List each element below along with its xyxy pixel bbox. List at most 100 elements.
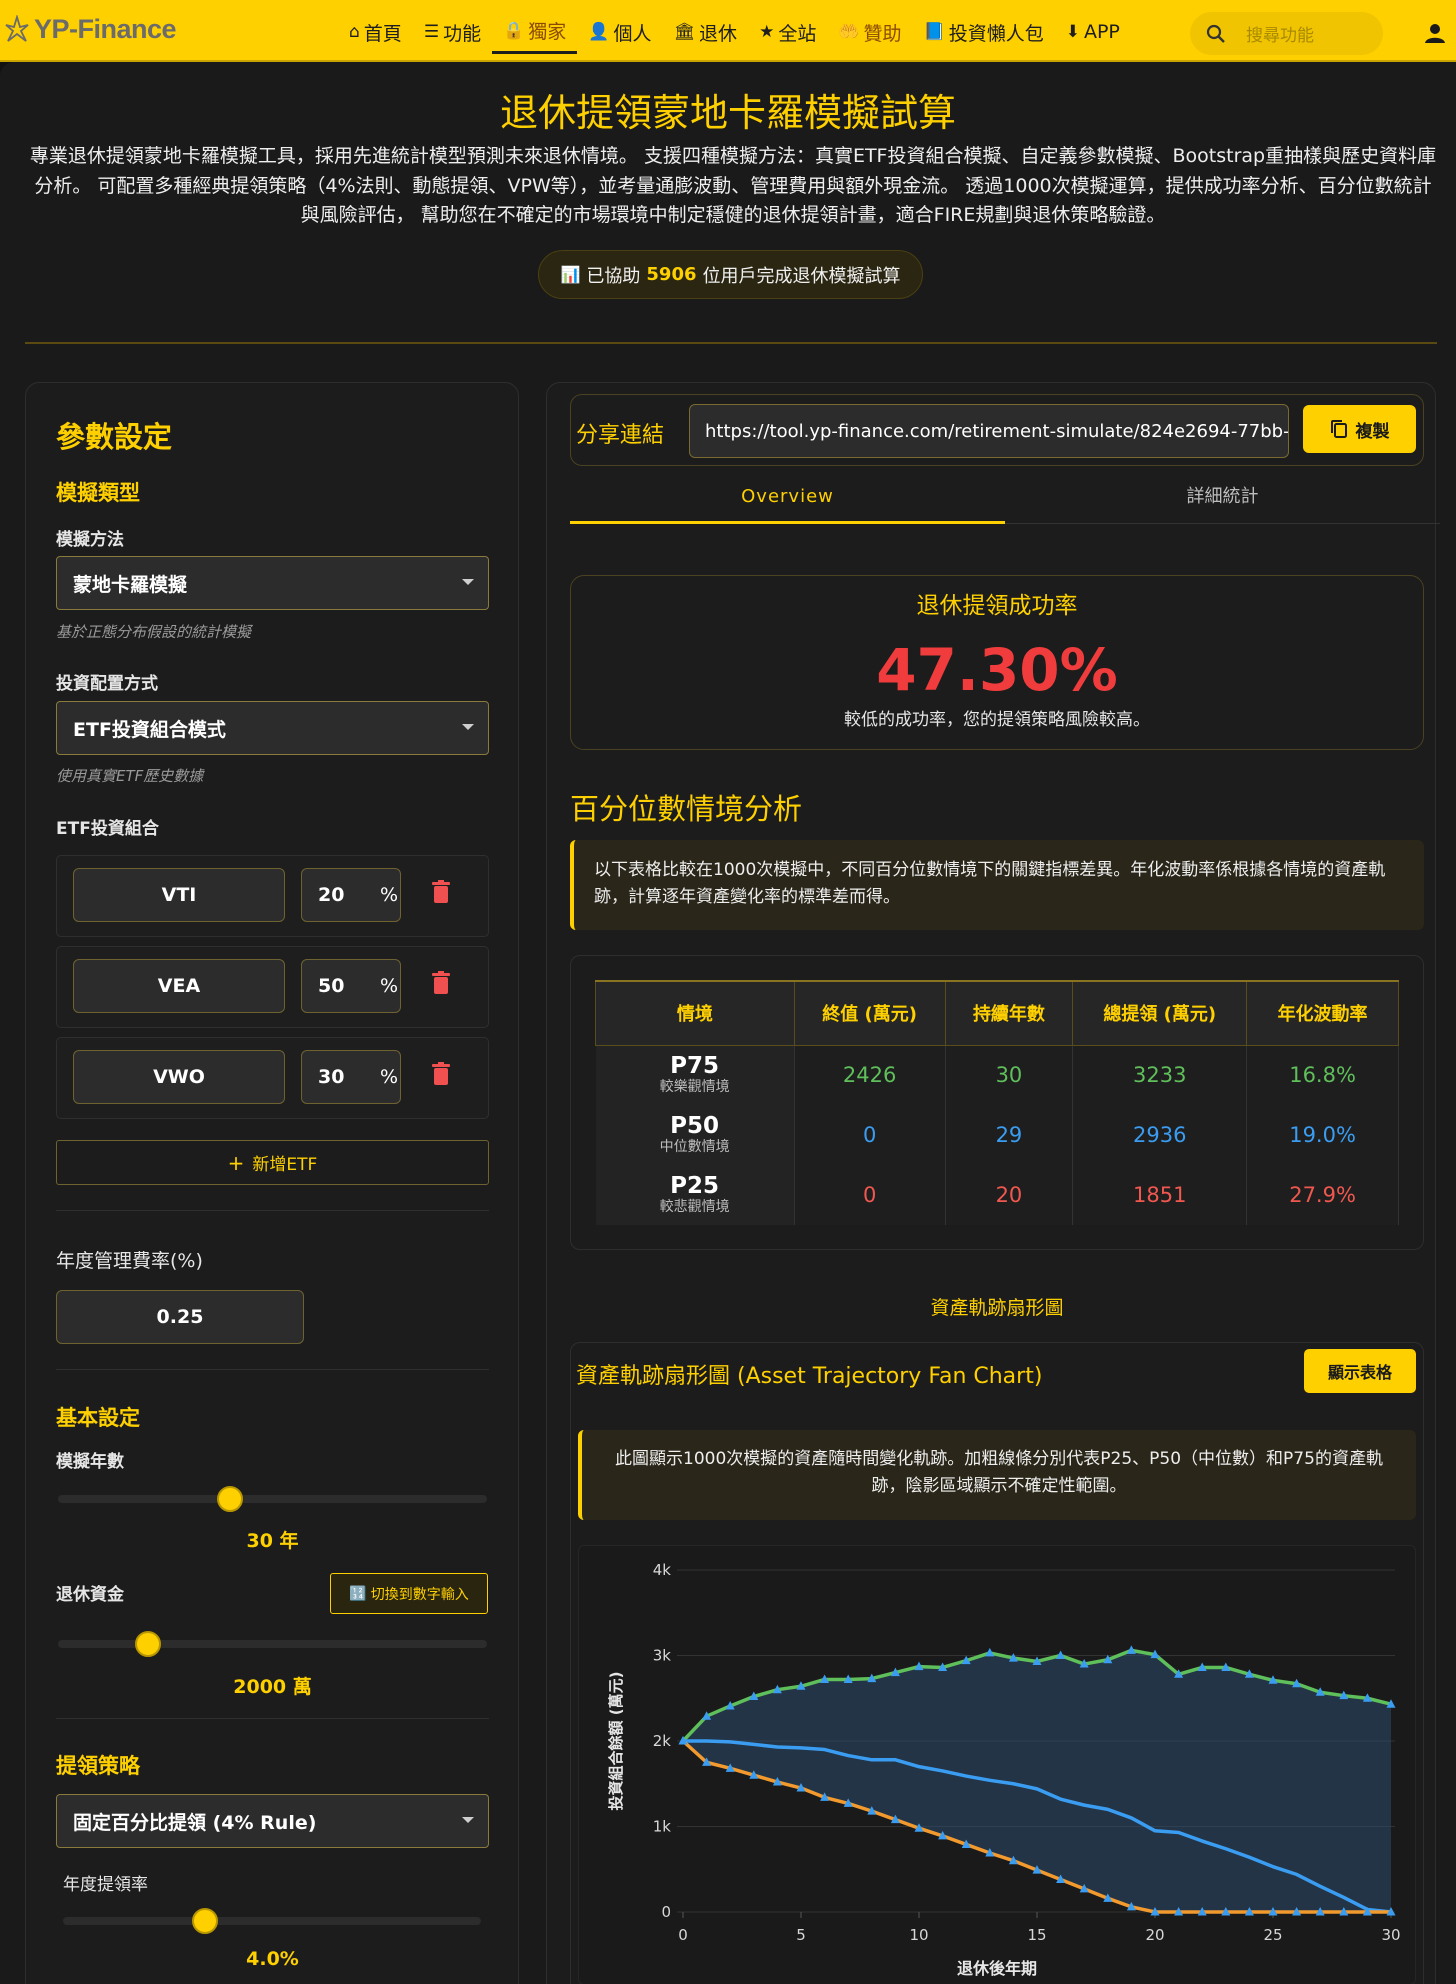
- percent-unit: %: [379, 975, 398, 997]
- etf-row: VTI 20%: [56, 855, 489, 937]
- usage-counter-badge: 📊 已協助 5906 位用戶完成退休模擬試算: [538, 250, 923, 299]
- alloc-select[interactable]: ETF投資組合模式: [56, 701, 489, 755]
- search-input[interactable]: 搜尋功能: [1190, 12, 1383, 55]
- y-axis-label: 投資組合餘額 (萬元): [607, 1672, 625, 1811]
- scenario-cell: P50 中位數情境: [595, 1105, 795, 1165]
- success-rate-heading: 退休提領成功率: [916, 593, 1078, 619]
- y-tick-label: 4k: [653, 1561, 672, 1579]
- download-icon: ⬇: [1065, 22, 1080, 42]
- percentile-table: 情境 終值 (萬元) 持續年數 總提領 (萬元) 年化波動率 P75 較樂觀情境 …: [595, 980, 1399, 1225]
- x-tick-label: 25: [1263, 1926, 1282, 1944]
- scenario-desc: 中位數情境: [659, 1139, 730, 1155]
- add-etf-button[interactable]: + 新增ETF: [56, 1140, 489, 1185]
- x-tick-label: 5: [796, 1926, 806, 1944]
- years-label: 模擬年數: [56, 1452, 124, 1472]
- total-withdrawal-cell: 2936: [1072, 1105, 1248, 1165]
- capital-value: 2000 萬: [233, 1676, 312, 1698]
- params-title: 參數設定: [56, 420, 173, 454]
- withdrawal-rate-slider-handle[interactable]: [192, 1908, 219, 1934]
- scenario-desc: 較悲觀情境: [659, 1199, 730, 1215]
- search-icon: [1206, 24, 1225, 43]
- withdrawal-rate-slider[interactable]: [63, 1917, 481, 1925]
- strategy-value: 固定百分比提領 (4% Rule): [73, 1811, 317, 1834]
- fee-label: 年度管理費率(%): [56, 1250, 203, 1272]
- table-row: P50 中位數情境 0 29 2936 19.0%: [595, 1105, 1399, 1165]
- capital-input-toggle-button[interactable]: 🔢 切換到數字輸入: [330, 1573, 488, 1614]
- etf-weight-input[interactable]: 20%: [301, 868, 401, 922]
- success-rate-description: 較低的成功率，您的提領策略風險較高。: [844, 710, 1150, 730]
- x-tick-label: 10: [909, 1926, 928, 1944]
- withdrawal-rate-label: 年度提領率: [63, 1875, 148, 1895]
- chevron-down-icon: [462, 724, 474, 730]
- percentile-heading: 百分位數情境分析: [570, 792, 803, 826]
- share-url-field[interactable]: https://tool.yp-finance.com/retirement-s…: [689, 404, 1289, 458]
- strategy-select[interactable]: 固定百分比提領 (4% Rule): [56, 1794, 489, 1848]
- nav-retirement[interactable]: 🏛 退休: [662, 16, 748, 54]
- add-etf-label: 新增ETF: [252, 1155, 318, 1175]
- brand-logo[interactable]: YP-Finance: [4, 14, 177, 45]
- section-divider: [56, 1210, 489, 1211]
- trash-icon[interactable]: [432, 880, 450, 904]
- capital-slider-handle[interactable]: [135, 1631, 162, 1657]
- scenario-cell: P75 較樂觀情境: [595, 1045, 795, 1105]
- toggle-label: 切換到數字輸入: [370, 1586, 469, 1603]
- tab-overview[interactable]: Overview: [570, 480, 1005, 524]
- total-withdrawal-cell: 3233: [1072, 1045, 1248, 1105]
- etf-weight-input[interactable]: 30%: [301, 1050, 401, 1104]
- scenario-name: P50: [670, 1113, 720, 1139]
- final-value-cell: 0: [794, 1105, 946, 1165]
- alloc-value: ETF投資組合模式: [73, 718, 226, 741]
- nav-features[interactable]: ☰ 功能: [413, 16, 492, 54]
- user-account-icon[interactable]: [1424, 22, 1446, 44]
- sim-type-heading: 模擬類型: [56, 481, 140, 505]
- nav-label: 贊助: [863, 22, 902, 45]
- nav-app[interactable]: ⬇ APP: [1055, 16, 1131, 54]
- x-tick-label: 20: [1145, 1926, 1164, 1944]
- nav-sitewide[interactable]: ★ 全站: [748, 16, 827, 54]
- etf-ticker-input[interactable]: VEA: [73, 959, 285, 1013]
- sim-method-hint: 基於正態分布假設的統計模擬: [56, 623, 252, 641]
- sim-method-select[interactable]: 蒙地卡羅模擬: [56, 556, 489, 610]
- scenario-name: P25: [670, 1173, 720, 1199]
- capital-slider[interactable]: [58, 1640, 487, 1648]
- table-header: 終值 (萬元): [793, 980, 946, 1046]
- total-withdrawal-cell: 1851: [1072, 1165, 1248, 1225]
- percentile-note: 以下表格比較在1000次模擬中，不同百分位數情境下的關鍵指標差異。年化波動率係根…: [570, 840, 1424, 930]
- nav-home[interactable]: ⌂ 首頁: [338, 16, 413, 54]
- copy-button[interactable]: 複製: [1303, 405, 1416, 453]
- trash-icon[interactable]: [432, 971, 450, 995]
- etf-ticker-input[interactable]: VWO: [73, 1050, 285, 1104]
- plus-icon: +: [227, 1150, 245, 1175]
- etf-weight-value: 20: [318, 884, 345, 906]
- number-pad-icon: 🔢: [349, 1585, 367, 1602]
- years-slider-handle[interactable]: [216, 1486, 243, 1512]
- volatility-cell: 19.0%: [1246, 1105, 1399, 1165]
- chevron-down-icon: [462, 579, 474, 585]
- show-table-button[interactable]: 顯示表格: [1304, 1349, 1416, 1393]
- section-divider: [56, 1369, 489, 1370]
- nav-sponsor[interactable]: 🤲 贊助: [827, 16, 912, 54]
- final-value-cell: 2426: [794, 1045, 946, 1105]
- nav-personal[interactable]: 👤 個人: [577, 16, 662, 54]
- years-cell: 20: [945, 1165, 1074, 1225]
- tab-detailed-stats[interactable]: 詳細統計: [1005, 480, 1440, 524]
- nav-guide[interactable]: 📘 投資懶人包: [913, 16, 1055, 54]
- basic-settings-heading: 基本設定: [56, 1406, 140, 1430]
- years-cell: 30: [945, 1045, 1074, 1105]
- y-tick-label: 3k: [653, 1647, 672, 1665]
- nav-label: 首頁: [363, 22, 402, 45]
- etf-weight-input[interactable]: 50%: [301, 959, 401, 1013]
- trash-icon[interactable]: [432, 1062, 450, 1086]
- nav-exclusive[interactable]: 🔒 獨家: [492, 16, 578, 54]
- x-tick-label: 0: [678, 1926, 688, 1944]
- usage-suffix: 位用戶完成退休模擬試算: [702, 265, 901, 287]
- x-tick-label: 30: [1381, 1926, 1400, 1944]
- scenario-cell: P25 較悲觀情境: [595, 1165, 795, 1225]
- etf-ticker-input[interactable]: VTI: [73, 868, 285, 922]
- person-icon: 👤: [588, 22, 610, 42]
- lock-icon: 🔒: [503, 20, 525, 41]
- fan-chart-title: 資產軌跡扇形圖 (Asset Trajectory Fan Chart): [576, 1364, 1043, 1389]
- years-slider[interactable]: [58, 1495, 487, 1503]
- y-tick-label: 2k: [653, 1732, 672, 1750]
- fee-input[interactable]: 0.25: [56, 1290, 304, 1344]
